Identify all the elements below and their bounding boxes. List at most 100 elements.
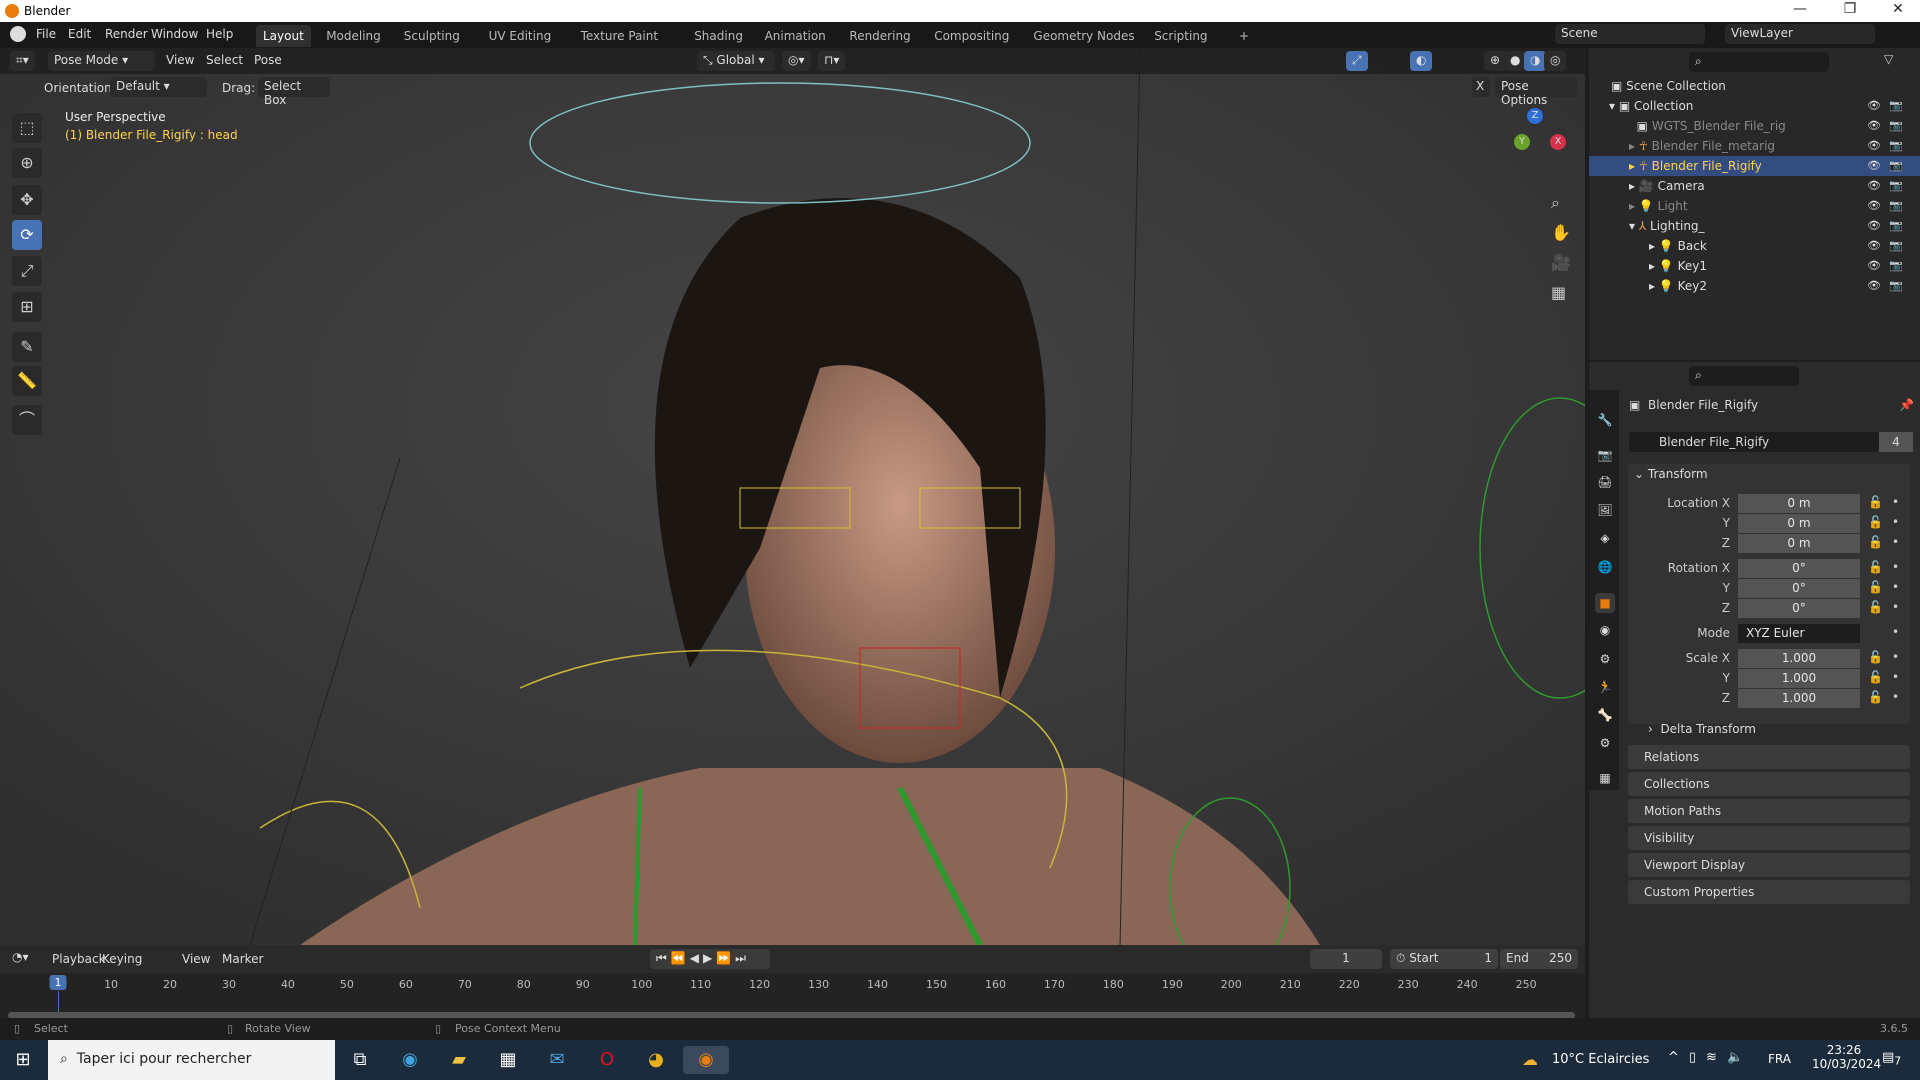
- tab-view-layer-icon[interactable]: 🖼: [1595, 500, 1615, 520]
- panel-relations[interactable]: Relations: [1628, 745, 1910, 769]
- property-value-field[interactable]: 0 m: [1738, 534, 1860, 553]
- opera-icon[interactable]: O: [592, 1046, 622, 1074]
- orientation-dropdown[interactable]: Default ▾: [110, 77, 207, 97]
- view-layer-selector[interactable]: ViewLayer: [1725, 24, 1875, 44]
- tab-scene-icon[interactable]: ◈: [1595, 528, 1615, 548]
- camera-view-icon[interactable]: 🎥: [1551, 253, 1571, 272]
- tool-select-box-icon[interactable]: ⬚: [12, 113, 42, 143]
- shading-rendered-icon[interactable]: ◎: [1544, 51, 1567, 71]
- pivot-icon[interactable]: ◎▾: [782, 51, 811, 71]
- menu-file[interactable]: File: [36, 27, 56, 41]
- outliner-item[interactable]: ▾ ⅄ Lighting_ 👁 📷: [1589, 216, 1920, 236]
- close-button[interactable]: ✕: [1878, 1, 1918, 17]
- visibility-eye-icon[interactable]: 👁: [1867, 116, 1881, 136]
- current-frame-field[interactable]: 1: [1310, 949, 1382, 969]
- store-icon[interactable]: ▦: [493, 1046, 523, 1074]
- users-count[interactable]: 4: [1879, 432, 1913, 452]
- outliner-item[interactable]: ▸ 💡 Key1 👁 📷: [1589, 256, 1920, 276]
- lock-icon[interactable]: 🔓: [1868, 560, 1883, 574]
- keyframe-dot-icon[interactable]: •: [1892, 560, 1899, 574]
- keyframe-dot-icon[interactable]: •: [1892, 650, 1899, 664]
- timeline-menu-keying[interactable]: Keying: [102, 952, 142, 966]
- outliner-item[interactable]: ▸ ☥ Blender File_Rigify 👁 📷: [1589, 156, 1920, 176]
- minimize-button[interactable]: —: [1780, 1, 1820, 17]
- tray-icons[interactable]: ^▯≋🔈: [1668, 1050, 1753, 1065]
- properties-search-input[interactable]: ⌕: [1689, 366, 1799, 386]
- pin-icon[interactable]: 📌: [1899, 398, 1914, 412]
- lock-icon[interactable]: 🔓: [1868, 670, 1883, 684]
- expand-arrow-icon[interactable]: ▸: [1649, 239, 1655, 253]
- blender-taskbar-icon[interactable]: ◉: [683, 1046, 729, 1074]
- shading-wireframe-icon[interactable]: ⊕: [1484, 51, 1507, 71]
- timeline-editor-icon[interactable]: ◔▾: [12, 950, 29, 964]
- tab-bone-icon[interactable]: 🦴: [1595, 705, 1615, 725]
- visibility-eye-icon[interactable]: 👁: [1867, 96, 1881, 116]
- tool-relax-icon[interactable]: ⌒: [12, 405, 42, 435]
- tab-output-icon[interactable]: 🖨: [1595, 472, 1615, 492]
- lock-icon[interactable]: 🔓: [1868, 515, 1883, 529]
- property-value-field[interactable]: 0 m: [1738, 494, 1860, 513]
- lock-icon[interactable]: 🔓: [1868, 535, 1883, 549]
- playback-controls[interactable]: ⏮⏪◀▶⏩⏭: [650, 949, 770, 969]
- outliner-item[interactable]: ▾ ▣ Collection 👁 📷: [1589, 96, 1920, 116]
- outliner-scene-collection[interactable]: ▣ Scene Collection: [1589, 76, 1920, 96]
- visibility-eye-icon[interactable]: 👁: [1867, 196, 1881, 216]
- filter-icon[interactable]: ▽: [1884, 52, 1893, 66]
- keyframe-dot-icon[interactable]: •: [1892, 515, 1899, 529]
- panel-visibility[interactable]: Visibility: [1628, 826, 1910, 850]
- edge-icon[interactable]: ◉: [395, 1046, 425, 1074]
- timeline-menu-playback[interactable]: Playback: [52, 952, 106, 966]
- render-camera-icon[interactable]: 📷: [1889, 236, 1903, 256]
- keyframe-dot-icon[interactable]: •: [1892, 495, 1899, 509]
- file-explorer-icon[interactable]: ▰: [444, 1046, 474, 1074]
- gizmo-z-axis[interactable]: Z: [1527, 108, 1543, 124]
- object-datablock-field[interactable]: Blender File_Rigify: [1629, 432, 1879, 452]
- tool-cursor-icon[interactable]: ⊕: [12, 148, 42, 178]
- visibility-eye-icon[interactable]: 👁: [1867, 176, 1881, 196]
- tool-measure-icon[interactable]: 📏: [12, 366, 42, 396]
- panel-viewport-display[interactable]: Viewport Display: [1628, 853, 1910, 877]
- timeline-menu-marker[interactable]: Marker: [222, 952, 263, 966]
- visibility-eye-icon[interactable]: 👁: [1867, 156, 1881, 176]
- 3d-viewport[interactable]: User Perspective (1) Blender File_Rigify…: [0, 48, 1585, 945]
- expand-arrow-icon[interactable]: [1629, 119, 1633, 133]
- timeline[interactable]: ◔▾ Playback Keying View Marker ⏮⏪◀▶⏩⏭ 1 ⏱ S…: [0, 945, 1585, 1019]
- tab-object-icon[interactable]: ■: [1595, 593, 1615, 613]
- timeline-menu-view[interactable]: View: [182, 952, 210, 966]
- lock-icon[interactable]: 🔓: [1868, 580, 1883, 594]
- keyframe-dot-icon[interactable]: •: [1892, 670, 1899, 684]
- ortho-grid-icon[interactable]: ▦: [1551, 283, 1566, 302]
- render-camera-icon[interactable]: 📷: [1889, 276, 1903, 296]
- outliner-item[interactable]: ▸ 💡 Key2 👁 📷: [1589, 276, 1920, 296]
- keyframe-dot-icon[interactable]: •: [1892, 535, 1899, 549]
- taskbar-search-input[interactable]: ⌕ Taper ici pour rechercher: [48, 1040, 335, 1080]
- workspace-tab-uv-editing[interactable]: UV Editing: [482, 25, 559, 47]
- panel-motion-paths[interactable]: Motion Paths: [1628, 799, 1910, 823]
- outliner-item[interactable]: ▣ WGTS_Blender File_rig 👁 📷: [1589, 116, 1920, 136]
- workspace-tab-shading[interactable]: Shading: [687, 25, 750, 47]
- render-camera-icon[interactable]: 📷: [1889, 216, 1903, 236]
- end-frame-field[interactable]: End 250: [1500, 949, 1578, 969]
- panel-custom-properties[interactable]: Custom Properties: [1628, 880, 1910, 904]
- property-value-field[interactable]: 1.000: [1738, 669, 1860, 688]
- zoom-icon[interactable]: ⌕: [1551, 193, 1560, 213]
- render-camera-icon[interactable]: 📷: [1889, 136, 1903, 156]
- lock-icon[interactable]: 🔓: [1868, 495, 1883, 509]
- render-camera-icon[interactable]: 📷: [1889, 116, 1903, 136]
- playhead-frame[interactable]: 1: [49, 975, 67, 990]
- blender-menu-icon[interactable]: [10, 26, 26, 42]
- windows-start-icon[interactable]: ⊞: [8, 1046, 38, 1074]
- workspace-tab-modeling[interactable]: Modeling: [319, 25, 388, 47]
- outliner-item[interactable]: ▸ ☥ Blender File_metarig 👁 📷: [1589, 136, 1920, 156]
- tab-tool-icon[interactable]: 🔧: [1595, 410, 1615, 430]
- property-value-field[interactable]: 0 m: [1738, 514, 1860, 533]
- property-value-field[interactable]: 0°: [1738, 559, 1860, 578]
- chrome-icon[interactable]: ◕: [641, 1046, 671, 1074]
- overlay-toggle-icon[interactable]: ◐: [1410, 51, 1433, 71]
- clock[interactable]: 23:26 10/03/2024: [1812, 1043, 1881, 1071]
- expand-arrow-icon[interactable]: ▸: [1649, 259, 1655, 273]
- workspace-tab-animation[interactable]: Animation: [758, 25, 833, 47]
- select-menu[interactable]: Select: [200, 51, 249, 71]
- expand-arrow-icon[interactable]: ▸: [1629, 159, 1635, 173]
- expand-arrow-icon[interactable]: ▸: [1629, 179, 1635, 193]
